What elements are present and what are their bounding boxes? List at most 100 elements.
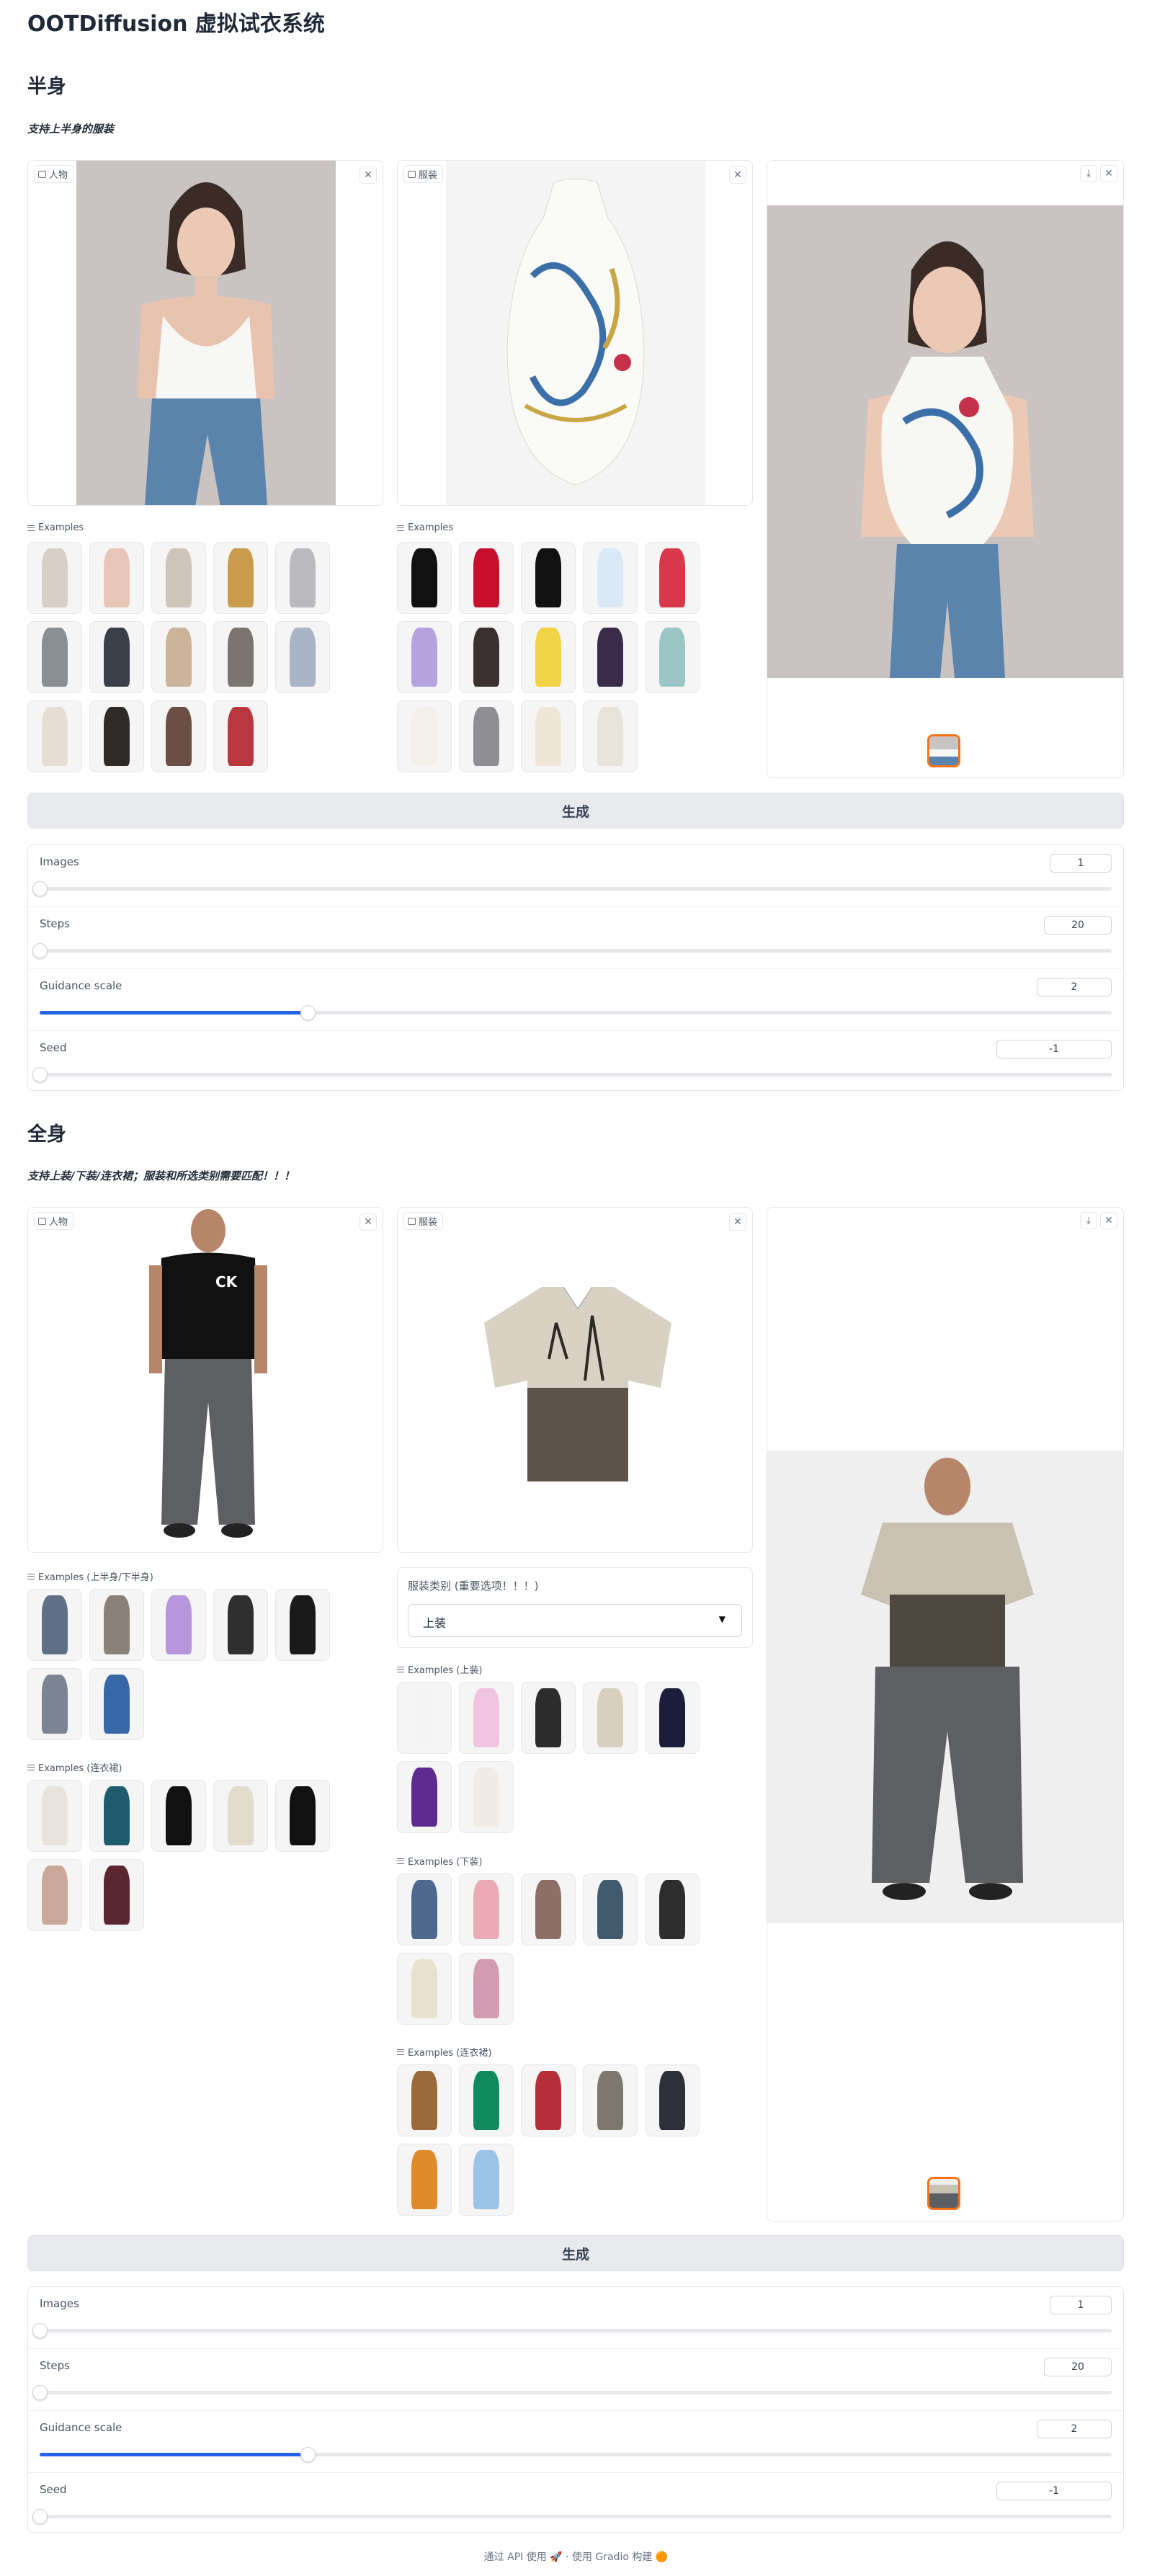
generate-button-half[interactable]: 生成 (27, 793, 1124, 829)
example-thumbnail[interactable] (459, 1761, 514, 1833)
footer-gradio-link[interactable]: 使用 Gradio 构建 (572, 2552, 652, 2563)
slider-handle[interactable] (300, 1005, 316, 1020)
clear-image-button[interactable]: ✕ (360, 166, 377, 184)
example-thumbnail[interactable] (397, 1953, 452, 2025)
slider-track[interactable] (32, 943, 1112, 958)
example-thumbnail[interactable] (213, 621, 268, 693)
example-thumbnail[interactable] (89, 700, 144, 772)
result-thumbnail[interactable] (927, 734, 960, 767)
example-thumbnail[interactable] (151, 621, 206, 693)
example-thumbnail[interactable] (645, 621, 700, 693)
garment-upload-half[interactable]: 服装 ✕ (397, 160, 753, 506)
example-thumbnail[interactable] (151, 542, 206, 614)
example-thumbnail[interactable] (275, 1589, 330, 1661)
example-thumbnail[interactable] (397, 2064, 452, 2136)
slider-guidance-scale[interactable]: Guidance scale 2 (28, 2411, 1123, 2473)
example-thumbnail[interactable] (459, 700, 514, 772)
slider-handle[interactable] (32, 2323, 48, 2338)
example-thumbnail[interactable] (521, 700, 576, 772)
example-thumbnail[interactable] (89, 1859, 144, 1931)
example-thumbnail[interactable] (645, 1682, 700, 1754)
clear-image-button[interactable]: ✕ (360, 1213, 377, 1231)
clear-image-button[interactable]: ✕ (729, 166, 746, 184)
example-thumbnail[interactable] (89, 1589, 144, 1661)
example-thumbnail[interactable] (151, 1780, 206, 1852)
example-thumbnail[interactable] (459, 1682, 514, 1754)
slider-track[interactable] (32, 1067, 1112, 1082)
example-thumbnail[interactable] (397, 1761, 452, 1833)
example-thumbnail[interactable] (213, 1780, 268, 1852)
slider-value[interactable]: 1 (1050, 2296, 1112, 2314)
slider-handle[interactable] (32, 2509, 48, 2524)
slider-value[interactable]: 2 (1037, 2420, 1112, 2438)
slider-handle[interactable] (32, 1067, 48, 1082)
example-thumbnail[interactable] (397, 2144, 452, 2216)
example-thumbnail[interactable] (583, 2064, 638, 2136)
example-thumbnail[interactable] (459, 621, 514, 693)
close-icon[interactable]: ✕ (1100, 165, 1117, 182)
example-thumbnail[interactable] (521, 1682, 576, 1754)
slider-value[interactable]: -1 (996, 1040, 1112, 1059)
slider-track[interactable] (32, 881, 1112, 896)
example-thumbnail[interactable] (583, 542, 638, 614)
example-thumbnail[interactable] (27, 621, 82, 693)
example-thumbnail[interactable] (521, 2064, 576, 2136)
slider-track[interactable] (40, 1005, 1112, 1020)
example-thumbnail[interactable] (521, 621, 576, 693)
download-icon[interactable]: ⤓ (1080, 1212, 1097, 1229)
example-thumbnail[interactable] (213, 542, 268, 614)
slider-images[interactable]: Images 1 (28, 2287, 1123, 2349)
download-icon[interactable]: ⤓ (1080, 165, 1097, 182)
slider-steps[interactable]: Steps 20 (28, 2349, 1123, 2411)
example-thumbnail[interactable] (27, 1780, 82, 1852)
example-thumbnail[interactable] (521, 1873, 576, 1946)
example-thumbnail[interactable] (645, 1873, 700, 1946)
garment-upload-full[interactable]: 服装 ✕ (397, 1207, 753, 1553)
slider-value[interactable]: 2 (1037, 978, 1112, 997)
example-thumbnail[interactable] (645, 542, 700, 614)
example-thumbnail[interactable] (27, 700, 82, 772)
example-thumbnail[interactable] (275, 542, 330, 614)
example-thumbnail[interactable] (89, 1780, 144, 1852)
slider-guidance-scale[interactable]: Guidance scale 2 (28, 969, 1123, 1031)
example-thumbnail[interactable] (459, 1953, 514, 2025)
generate-button-full[interactable]: 生成 (27, 2235, 1124, 2271)
example-thumbnail[interactable] (459, 2064, 514, 2136)
slider-handle[interactable] (32, 881, 48, 896)
example-thumbnail[interactable] (583, 700, 638, 772)
example-thumbnail[interactable] (397, 1682, 452, 1754)
example-thumbnail[interactable] (583, 621, 638, 693)
slider-handle[interactable] (32, 943, 48, 958)
example-thumbnail[interactable] (27, 1589, 82, 1661)
example-thumbnail[interactable] (583, 1873, 638, 1946)
example-thumbnail[interactable] (151, 700, 206, 772)
example-thumbnail[interactable] (459, 2144, 514, 2216)
example-thumbnail[interactable] (397, 1873, 452, 1946)
close-icon[interactable]: ✕ (1100, 1212, 1117, 1229)
example-thumbnail[interactable] (89, 1668, 144, 1740)
example-thumbnail[interactable] (27, 542, 82, 614)
slider-steps[interactable]: Steps 20 (28, 907, 1123, 969)
slider-value[interactable]: 1 (1050, 854, 1112, 873)
slider-track[interactable] (32, 2323, 1112, 2338)
slider-track[interactable] (32, 2385, 1112, 2400)
example-thumbnail[interactable] (89, 621, 144, 693)
example-thumbnail[interactable] (275, 1780, 330, 1852)
footer-api-link[interactable]: 通过 API 使用 (484, 2552, 547, 2563)
slider-seed[interactable]: Seed -1 (28, 1031, 1123, 1093)
example-thumbnail[interactable] (397, 700, 452, 772)
slider-images[interactable]: Images 1 (28, 845, 1123, 907)
example-thumbnail[interactable] (213, 700, 268, 772)
example-thumbnail[interactable] (521, 542, 576, 614)
person-upload-full[interactable]: 人物 ✕ CK (27, 1207, 383, 1553)
slider-handle[interactable] (300, 2447, 316, 2462)
example-thumbnail[interactable] (583, 1682, 638, 1754)
example-thumbnail[interactable] (459, 542, 514, 614)
person-upload-half[interactable]: 人物 ✕ (27, 160, 383, 506)
example-thumbnail[interactable] (397, 542, 452, 614)
result-thumbnail[interactable] (927, 2177, 960, 2210)
slider-track[interactable] (40, 2447, 1112, 2462)
example-thumbnail[interactable] (459, 1873, 514, 1946)
example-thumbnail[interactable] (27, 1668, 82, 1740)
slider-value[interactable]: 20 (1044, 2358, 1112, 2376)
